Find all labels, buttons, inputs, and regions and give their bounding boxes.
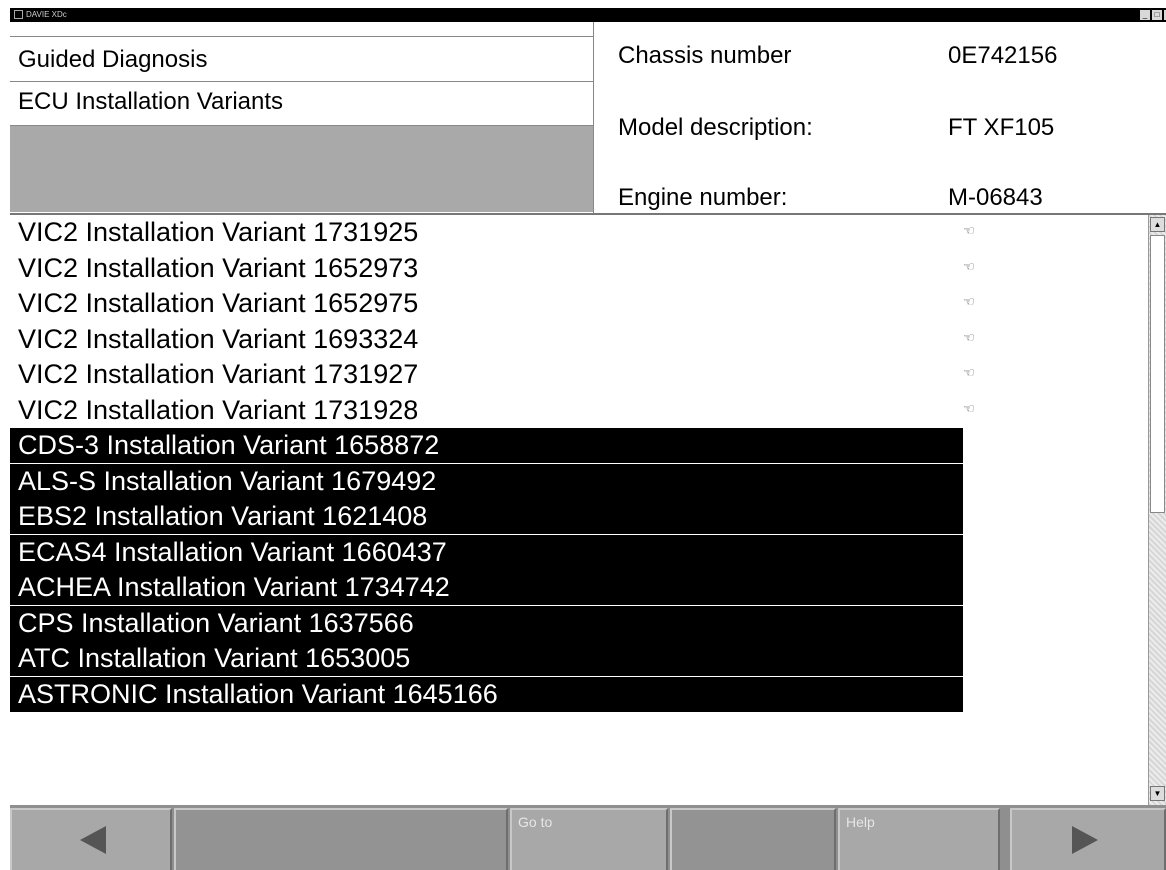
installation-variant-list[interactable]: VIC2 Installation Variant 1731925 ☜ VIC2 I… xyxy=(10,215,1148,805)
forward-button[interactable] xyxy=(1010,808,1166,870)
pointing-hand-icon: ☜ xyxy=(963,258,975,274)
maximize-button[interactable]: □ xyxy=(1152,10,1162,20)
minimize-button[interactable]: _ xyxy=(1140,10,1150,20)
list-item[interactable]: VIC2 Installation Variant 1652975 xyxy=(10,286,1148,321)
pointing-hand-icon: ☜ xyxy=(963,365,975,380)
list-item-label: ALS-S Installation Variant 1679492 xyxy=(18,465,437,496)
footer-empty-slot xyxy=(174,808,508,870)
list-item[interactable]: ALS-S Installation Variant 1679492 xyxy=(10,463,963,499)
list-item-label: VIC2 Installation Variant 1731928 xyxy=(18,394,419,425)
help-label: Help xyxy=(846,814,875,830)
engine-number-label: Engine number: xyxy=(618,184,788,211)
list-item[interactable]: CPS Installation Variant 1637566 xyxy=(10,605,963,641)
list-item[interactable]: ACHEA Installation Variant 1734742 xyxy=(10,570,963,605)
list-item-label: CDS-3 Installation Variant 1658872 xyxy=(18,430,440,460)
model-description-label: Model description: xyxy=(618,114,813,141)
goto-button[interactable]: Go to xyxy=(510,808,668,870)
chassis-number-label: Chassis number xyxy=(618,42,792,69)
list-item[interactable]: ATC Installation Variant 1653005 xyxy=(10,641,963,676)
model-description-value: FT XF105 xyxy=(948,114,1055,141)
list-item[interactable]: ECAS4 Installation Variant 1660437 xyxy=(10,534,963,570)
help-button[interactable]: Help xyxy=(838,808,1000,870)
list-item[interactable]: EBS2 Installation Variant 1621408 xyxy=(10,499,963,534)
breadcrumb-guided-diagnosis[interactable]: Guided Diagnosis xyxy=(10,36,593,82)
list-item-label: EBS2 Installation Variant 1621408 xyxy=(18,501,428,531)
list-item-label: ACHEA Installation Variant 1734742 xyxy=(18,572,450,602)
list-item-label: VIC2 Installation Variant 1731927 xyxy=(18,359,419,389)
scroll-up-button[interactable]: ▲ xyxy=(1150,217,1165,232)
list-item-label: VIC2 Installation Variant 1652973 xyxy=(18,252,419,283)
goto-label: Go to xyxy=(518,814,553,830)
scroll-thumb[interactable] xyxy=(1150,235,1165,513)
list-item[interactable]: VIC2 Installation Variant 1731925 xyxy=(10,215,1148,250)
pointing-hand-icon: ☜ xyxy=(963,294,975,309)
list-item[interactable]: CDS-3 Installation Variant 1658872 xyxy=(10,428,963,463)
list-item[interactable]: ASTRONIC Installation Variant 1645166 xyxy=(10,676,963,712)
breadcrumb-empty-slot xyxy=(10,126,593,212)
footer-empty-slot-2 xyxy=(670,808,836,870)
list-item-label: VIC2 Installation Variant 1731925 xyxy=(18,217,419,247)
footer-toolbar: Go to Help xyxy=(10,805,1166,870)
app-icon xyxy=(14,10,23,19)
list-item[interactable]: VIC2 Installation Variant 1652973 xyxy=(10,250,1148,286)
list-item-label: ECAS4 Installation Variant 1660437 xyxy=(18,536,447,567)
breadcrumb-ecu-installation-variants[interactable]: ECU Installation Variants xyxy=(10,82,593,126)
pointing-hand-icon: ☜ xyxy=(963,329,975,345)
list-scrollbar[interactable]: ▲ ▼ xyxy=(1148,215,1166,805)
back-button[interactable] xyxy=(10,808,172,870)
pointing-hand-icon: ☜ xyxy=(963,400,975,416)
list-item-label: ASTRONIC Installation Variant 1645166 xyxy=(18,678,498,709)
list-item[interactable]: VIC2 Installation Variant 1693324 xyxy=(10,321,1148,357)
title-bar: DAVIE XDc _ □ x xyxy=(10,8,1166,22)
pointing-hand-icon: ☜ xyxy=(963,223,975,238)
engine-number-value: M-06843 xyxy=(948,184,1043,211)
list-item-label: CPS Installation Variant 1637566 xyxy=(18,607,414,638)
window-title: DAVIE XDc xyxy=(26,10,67,19)
right-arrow-icon xyxy=(1072,826,1098,854)
list-item-label: VIC2 Installation Variant 1652975 xyxy=(18,288,419,318)
list-item[interactable]: VIC2 Installation Variant 1731928 xyxy=(10,392,1148,428)
list-item[interactable]: VIC2 Installation Variant 1731927 xyxy=(10,357,1148,392)
left-arrow-icon xyxy=(80,826,106,854)
list-item-label: VIC2 Installation Variant 1693324 xyxy=(18,323,419,354)
scroll-down-button[interactable]: ▼ xyxy=(1150,786,1165,801)
breadcrumb: Guided Diagnosis ECU Installation Varian… xyxy=(10,22,594,213)
vehicle-header: Guided Diagnosis ECU Installation Varian… xyxy=(10,22,1166,215)
chassis-number-value: 0E742156 xyxy=(948,42,1058,69)
list-item-label: ATC Installation Variant 1653005 xyxy=(18,643,411,673)
